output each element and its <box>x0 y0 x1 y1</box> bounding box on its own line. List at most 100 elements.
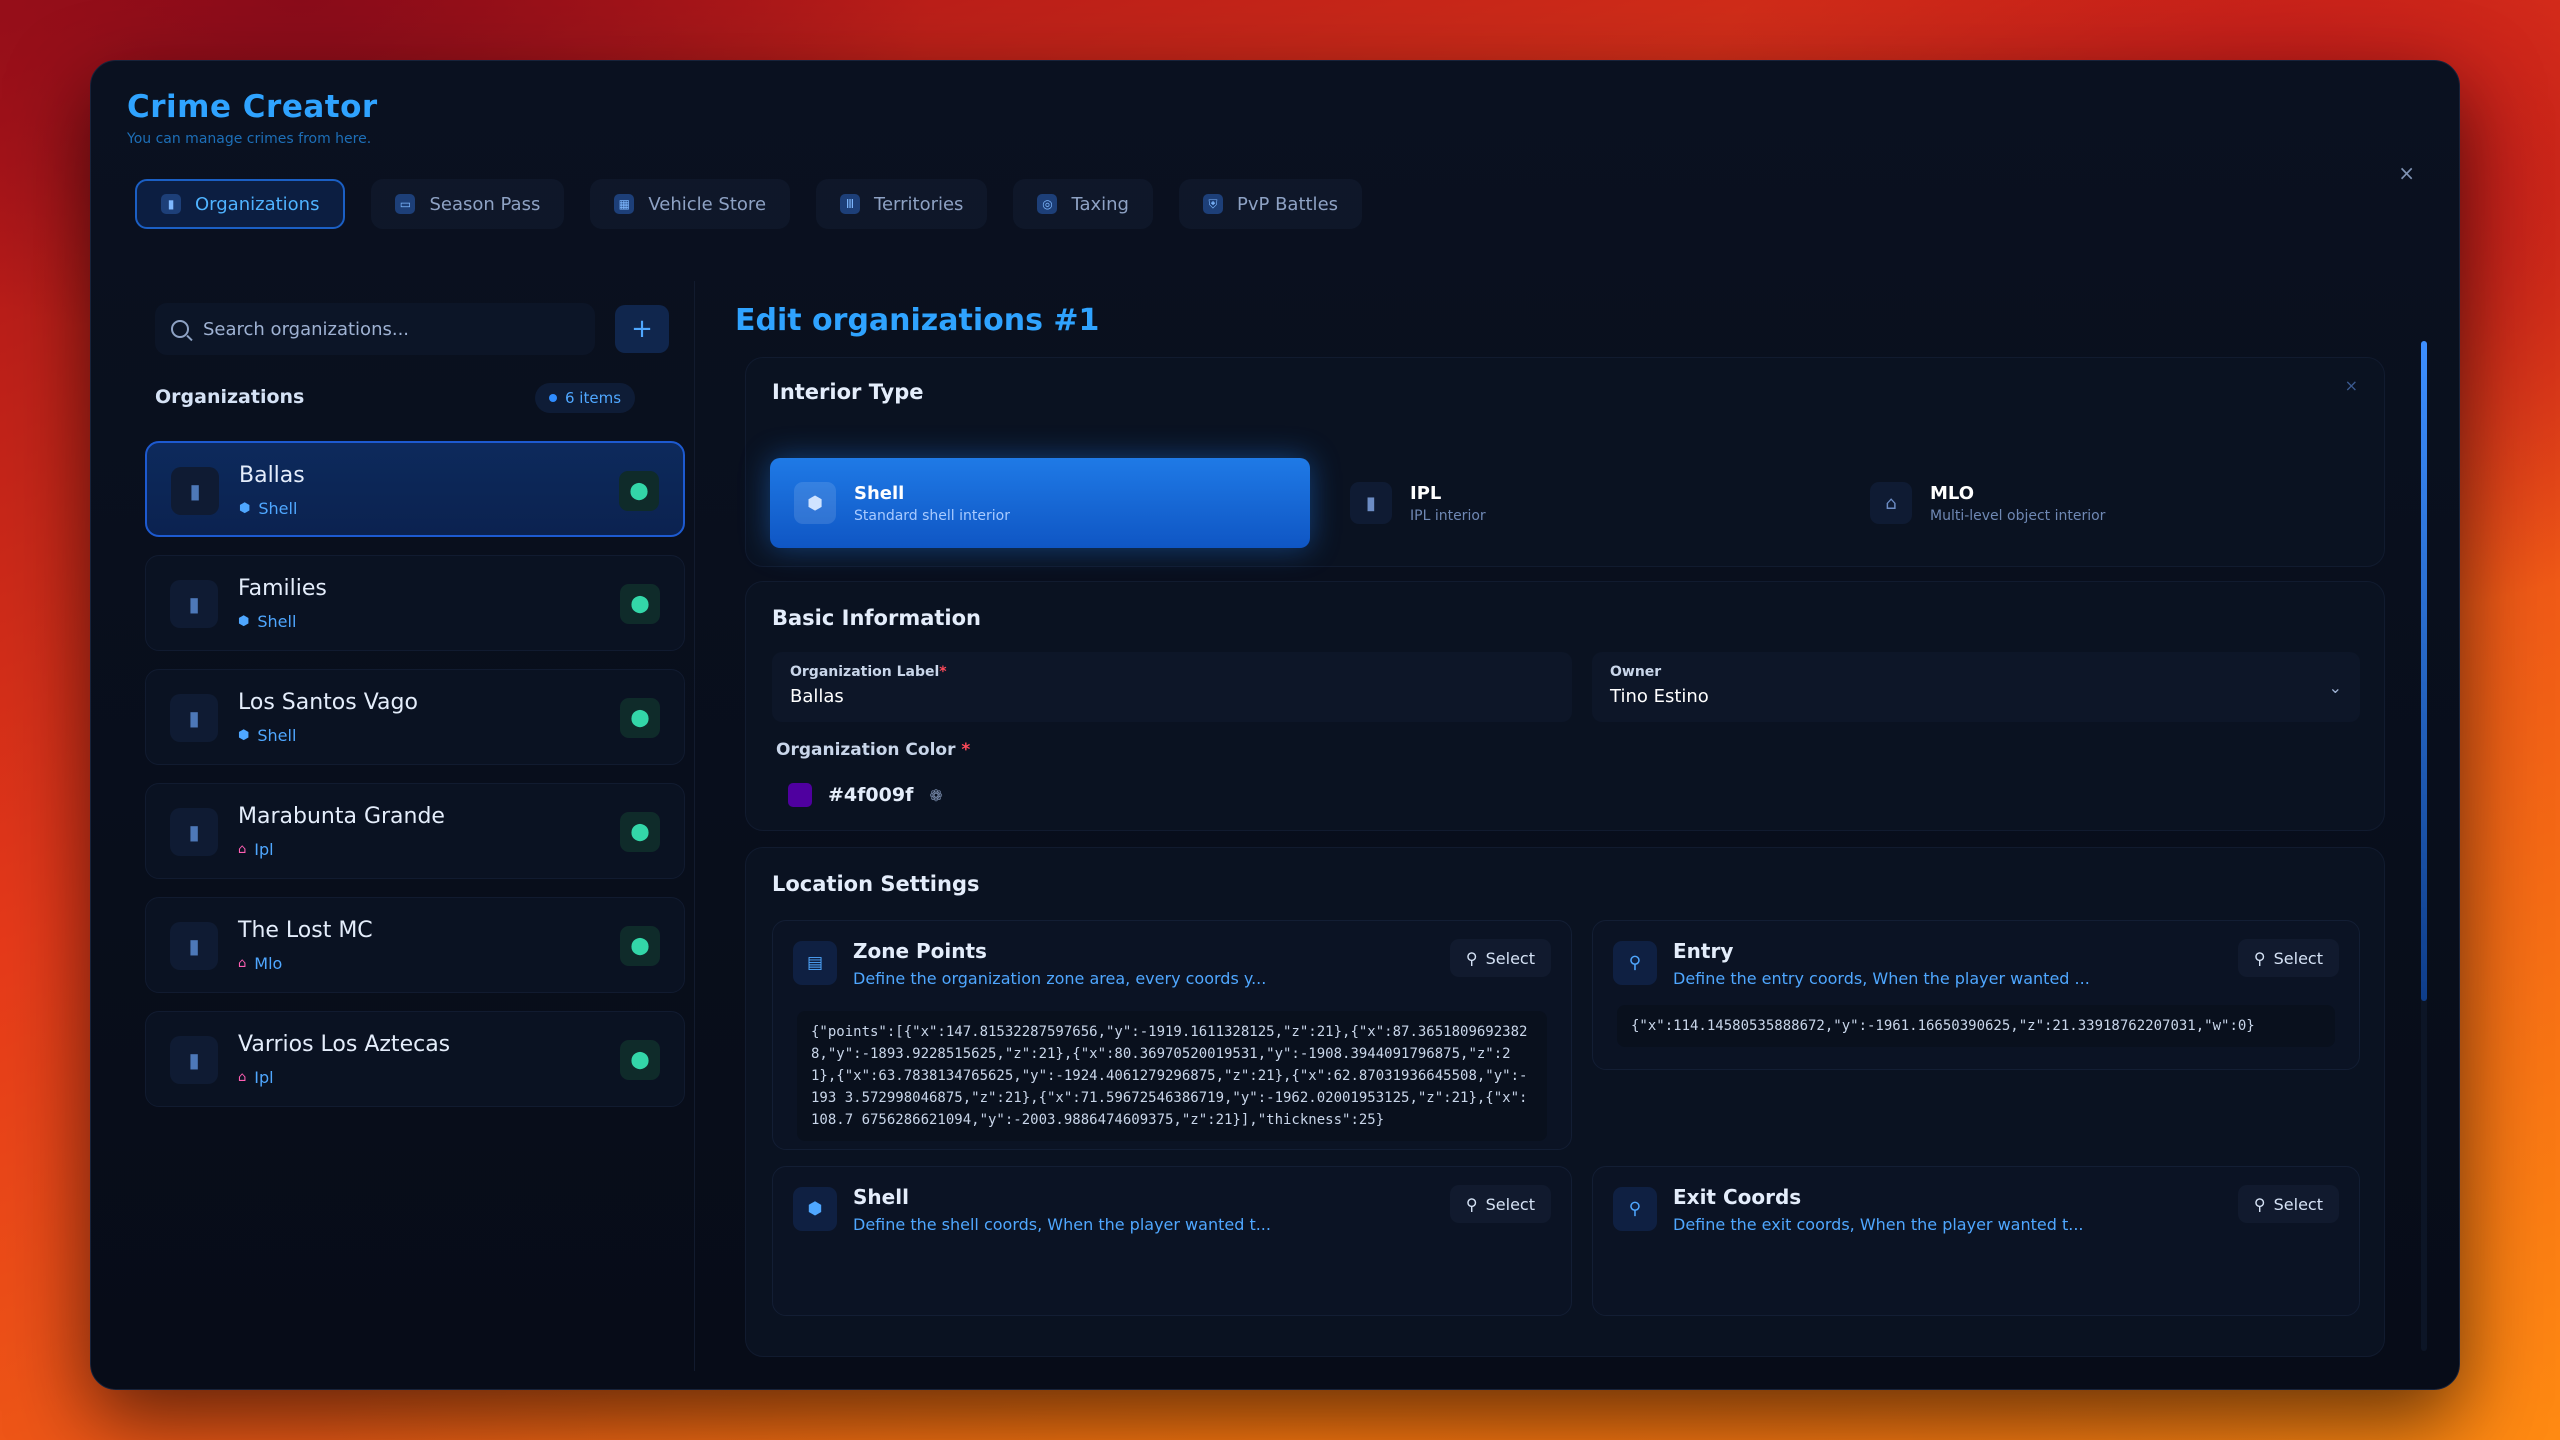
org-item-varrios-los-aztecas[interactable]: ▮ Varrios Los Aztecas ⌂ Ipl ⬤ <box>145 1011 685 1107</box>
location-pin-button[interactable]: ⬤ <box>620 1040 660 1080</box>
interior-option-desc: Multi-level object interior <box>1930 507 2106 524</box>
interior-type-card: × Interior Type ⬢ Shell Standard shell i… <box>745 357 2385 567</box>
layers-icon: ▤ <box>793 941 837 985</box>
field-label: Organization Label* <box>790 664 1554 680</box>
org-item-families[interactable]: ▮ Families ⬢ Shell ⬤ <box>145 555 685 651</box>
field-label: Owner <box>1610 664 1662 680</box>
org-name: Ballas <box>239 463 305 488</box>
tab-season-pass[interactable]: ▭ Season Pass <box>371 179 565 229</box>
tab-pvp-battles[interactable]: ⛨ PvP Battles <box>1178 179 1363 229</box>
interior-option-shell[interactable]: ⬢ Shell Standard shell interior <box>770 458 1310 548</box>
tab-label: Territories <box>874 193 964 215</box>
interior-option-ipl[interactable]: ▮ IPL IPL interior <box>1326 458 1826 548</box>
organization-color-picker[interactable]: #4f009f ❁ <box>788 772 943 818</box>
exit-select-button[interactable]: ⚲ Select <box>2237 1185 2339 1223</box>
org-type-label: Shell <box>258 499 298 518</box>
tab-taxing[interactable]: ◎ Taxing <box>1013 179 1153 229</box>
map-pin-icon: ⚲ <box>1613 1187 1657 1231</box>
entry-select-button[interactable]: ⚲ Select <box>2237 939 2339 977</box>
organization-label-value: Ballas <box>790 686 844 707</box>
org-type: ⌂ Ipl <box>238 1068 274 1087</box>
chevron-down-icon: ⌄ <box>2328 678 2342 697</box>
search-input[interactable] <box>203 318 579 340</box>
store-icon: ▦ <box>614 194 635 214</box>
map-pin-icon: ⚲ <box>2253 948 2266 968</box>
add-organization-button[interactable]: + <box>615 305 669 353</box>
owner-select[interactable]: Owner Tino Estino ⌄ <box>1592 652 2360 722</box>
organization-list: ▮ Ballas ⬢ Shell ⬤ ▮ Families ⬢ Shell ⬤ ▮ … <box>145 441 685 1125</box>
required-mark: * <box>961 740 971 760</box>
tab-label: Taxing <box>1071 193 1129 215</box>
select-label: Select <box>1485 1194 1535 1214</box>
close-window-button[interactable]: × <box>2398 161 2415 185</box>
location-pin-button[interactable]: ⬤ <box>620 812 660 852</box>
tab-vehicle-store[interactable]: ▦ Vehicle Store <box>590 179 791 229</box>
organization-label-field[interactable]: Organization Label* Ballas <box>772 652 1572 722</box>
location-pin-button[interactable]: ⬤ <box>620 584 660 624</box>
exit-coords-desc: Define the exit coords, When the player … <box>1673 1215 2084 1234</box>
location-pin-button[interactable]: ⬤ <box>619 471 659 511</box>
house-icon: ⌂ <box>238 1070 247 1085</box>
main-tabs: ▮ Organizations ▭ Season Pass ▦ Vehicle … <box>135 179 1363 229</box>
basic-information-title: Basic Information <box>772 606 981 630</box>
close-editor-button[interactable]: × <box>2345 376 2358 395</box>
house-icon: ⌂ <box>1870 482 1912 524</box>
editor-title: Edit organizations #1 <box>735 303 1100 338</box>
zone-points-box: ▤ Zone Points Define the organization zo… <box>772 920 1572 1150</box>
app-subtitle: You can manage crimes from here. <box>127 131 372 147</box>
org-item-marabunta-grande[interactable]: ▮ Marabunta Grande ⌂ Ipl ⬤ <box>145 783 685 879</box>
palette-icon[interactable]: ❁ <box>929 786 942 805</box>
org-type: ⬢ Shell <box>239 499 297 518</box>
exit-coords-title: Exit Coords <box>1673 1185 1802 1209</box>
tab-organizations[interactable]: ▮ Organizations <box>135 179 346 229</box>
shell-desc: Define the shell coords, When the player… <box>853 1215 1271 1234</box>
coins-icon: ◎ <box>1037 194 1058 214</box>
zone-points-desc: Define the organization zone area, every… <box>853 969 1267 988</box>
location-settings-card: Location Settings ▤ Zone Points Define t… <box>745 847 2385 1357</box>
org-type: ⌂ Ipl <box>238 840 274 859</box>
field-label-text: Organization Color <box>776 740 956 760</box>
interior-option-mlo[interactable]: ⌂ MLO Multi-level object interior <box>1846 458 2346 548</box>
org-item-the-lost-mc[interactable]: ▮ The Lost MC ⌂ Mlo ⬤ <box>145 897 685 993</box>
zone-points-title: Zone Points <box>853 939 987 963</box>
organization-editor: Edit organizations #1 × Interior Type ⬢ … <box>721 281 2431 1371</box>
entry-desc: Define the entry coords, When the player… <box>1673 969 2090 988</box>
color-swatch[interactable] <box>788 783 812 807</box>
columns-icon: Ⅲ <box>840 194 861 214</box>
basic-information-card: Basic Information Organization Label* Ba… <box>745 581 2385 831</box>
items-count: 6 items <box>565 389 622 407</box>
location-pin-button[interactable]: ⬤ <box>620 698 660 738</box>
tab-label: Vehicle Store <box>648 193 767 215</box>
required-mark: * <box>939 664 947 680</box>
building-icon: ▮ <box>170 808 218 856</box>
interior-option-name: MLO <box>1930 482 1975 504</box>
building-icon: ▮ <box>170 580 218 628</box>
shell-title: Shell <box>853 1185 909 1209</box>
zone-points-value[interactable]: {"points":[{"x":147.81532287597656,"y":-… <box>797 1011 1547 1141</box>
zone-select-button[interactable]: ⚲ Select <box>1449 939 1551 977</box>
building-icon: ▮ <box>171 467 219 515</box>
org-type-label: Ipl <box>254 1068 274 1087</box>
org-item-ballas[interactable]: ▮ Ballas ⬢ Shell ⬤ <box>145 441 685 537</box>
interior-option-name: Shell <box>854 482 905 504</box>
org-item-los-santos-vago[interactable]: ▮ Los Santos Vago ⬢ Shell ⬤ <box>145 669 685 765</box>
interior-option-desc: IPL interior <box>1410 507 1486 524</box>
shell-select-button[interactable]: ⚲ Select <box>1449 1185 1551 1223</box>
search-box <box>155 303 595 355</box>
interior-option-name: IPL <box>1410 482 1442 504</box>
cube-icon: ⬢ <box>794 482 836 524</box>
interior-type-title: Interior Type <box>772 380 924 404</box>
house-icon: ⌂ <box>238 842 247 857</box>
building-icon: ▮ <box>170 694 218 742</box>
entry-value[interactable]: {"x":114.14580535888672,"y":-1961.166503… <box>1617 1005 2335 1047</box>
cube-icon: ⬢ <box>793 1187 837 1231</box>
interior-option-desc: Standard shell interior <box>854 507 1010 524</box>
scrollbar-thumb[interactable] <box>2421 341 2427 1001</box>
select-label: Select <box>2273 1194 2323 1214</box>
location-pin-button[interactable]: ⬤ <box>620 926 660 966</box>
building-icon: ▮ <box>161 194 181 214</box>
tab-territories[interactable]: Ⅲ Territories <box>816 179 988 229</box>
location-settings-title: Location Settings <box>772 872 980 896</box>
editor-scrollbar[interactable] <box>2421 341 2427 1351</box>
building-icon: ▮ <box>1350 482 1392 524</box>
